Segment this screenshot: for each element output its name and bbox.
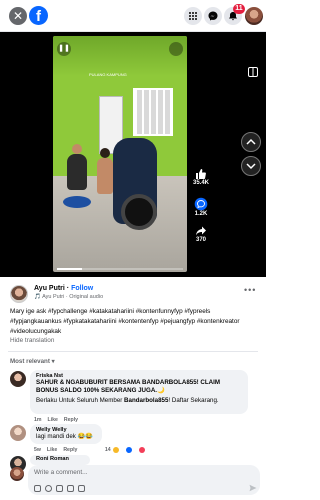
comment-line2-post: ! Daftar Sekarang. <box>168 397 219 404</box>
comment-bubble: Friska Nst SAHUR & NGABUBURIT BERSAMA BA… <box>30 370 248 414</box>
account-avatar[interactable] <box>245 7 263 25</box>
messenger-button[interactable] <box>204 7 222 25</box>
messenger-icon <box>208 11 218 21</box>
like-count: 35.4K <box>192 180 209 186</box>
top-bar: ✕ f 11 <box>0 0 266 32</box>
expand-icon[interactable] <box>248 67 258 77</box>
comment-composer: Write a comment... <box>10 465 260 495</box>
reaction-count[interactable]: 14 <box>105 447 111 453</box>
video-frame-person <box>97 148 113 194</box>
sort-comments-dropdown[interactable]: Most relevant ▾ <box>10 358 55 365</box>
comment-bubble: Roni Roman <box>30 455 90 465</box>
video-overlay-text: PULANG KAMPUNG <box>89 72 127 77</box>
author-sub: 🎵 Ayu Putri · Original audio <box>34 294 103 300</box>
chevron-down-icon: ▾ <box>51 358 55 365</box>
video-frame-motorcycle <box>113 138 157 230</box>
hide-translation-link[interactable]: Hide translation <box>10 337 54 344</box>
previous-video-button[interactable] <box>241 132 261 152</box>
author-line: Ayu Putri · Follow <box>34 285 93 292</box>
share-count: 370 <box>195 237 206 243</box>
gif-icon[interactable] <box>67 485 74 492</box>
facebook-logo[interactable]: f <box>29 6 48 25</box>
love-reaction-icon <box>138 447 145 453</box>
notification-badge: 11 <box>233 4 245 14</box>
grid-icon <box>189 12 197 20</box>
post-caption: Mary ige ask #fypchallenge #katakatahari… <box>10 308 240 335</box>
comment-input[interactable]: Write a comment... <box>28 465 260 495</box>
video-area: PULANG KAMPUNG ❚❚ 35.4K 1.2K 370 <box>0 32 266 277</box>
post-panel: Ayu Putri · Follow 🎵 Ayu Putri · Origina… <box>0 277 266 500</box>
emoji-icon[interactable] <box>45 485 52 492</box>
comment-time: 5w <box>34 447 41 454</box>
globe-icon: 🎵 <box>34 294 41 300</box>
commenter-name[interactable]: Roni Roman <box>36 456 84 462</box>
like-button[interactable]: 35.4K <box>192 168 210 186</box>
comment-bubble: Welly Welly lagi mandi dek 😂😂 <box>30 424 102 444</box>
pause-button[interactable]: ❚❚ <box>57 42 71 56</box>
more-options-icon[interactable]: ••• <box>244 285 256 295</box>
video-frame-roof <box>53 36 187 76</box>
sticker-icon[interactable] <box>34 485 41 492</box>
comment-like-link[interactable]: Like <box>47 447 57 453</box>
author-name[interactable]: Ayu Putri <box>34 285 65 292</box>
video-player[interactable]: PULANG KAMPUNG ❚❚ <box>53 36 187 272</box>
sub-author[interactable]: Ayu Putri <box>42 294 64 300</box>
sticker-face-icon[interactable] <box>78 485 85 492</box>
share-icon <box>196 226 206 236</box>
video-progress-bar[interactable] <box>57 268 183 270</box>
next-video-button[interactable] <box>241 156 261 176</box>
thumbs-up-icon <box>196 169 206 179</box>
video-frame-window <box>133 88 173 136</box>
comment-line2-bold: Bandarbola855 <box>124 397 169 404</box>
commenter-avatar[interactable] <box>10 371 26 387</box>
send-icon[interactable] <box>249 484 257 492</box>
close-icon[interactable]: ✕ <box>9 7 27 25</box>
comment-text-secondary: Berlaku Untuk Seluruh Member Bandarbola8… <box>36 397 242 405</box>
video-progress-fill <box>57 268 83 270</box>
comment-text: lagi mandi dek 😂😂 <box>36 433 94 440</box>
comment-text: SAHUR & NGABUBURIT BERSAMA BANDARBOLA855… <box>36 379 242 395</box>
comment-like-link[interactable]: Like <box>48 417 58 423</box>
comment-meta: 1m Like Reply <box>34 417 84 423</box>
comment-line2-pre: Berlaku Untuk Seluruh Member <box>36 397 125 404</box>
author-avatar[interactable] <box>10 285 28 303</box>
follow-button[interactable]: Follow <box>71 285 93 292</box>
comment-icon <box>194 197 208 211</box>
chevron-down-icon <box>246 163 256 170</box>
menu-grid-button[interactable] <box>184 7 202 25</box>
haha-reaction-icon <box>112 447 119 453</box>
comment-time: 1m <box>34 417 42 423</box>
comment-meta: 5w Like Reply 14 <box>34 447 151 453</box>
volume-button[interactable] <box>169 42 183 56</box>
commenter-avatar[interactable] <box>10 425 26 441</box>
video-frame-tub <box>63 196 91 208</box>
comment-input-placeholder: Write a comment... <box>34 469 88 476</box>
original-audio-link[interactable]: Original audio <box>69 294 103 300</box>
chevron-up-icon <box>246 138 256 145</box>
share-button[interactable]: 370 <box>192 225 210 243</box>
camera-icon[interactable] <box>56 485 63 492</box>
like-reaction-icon <box>125 447 132 453</box>
sort-label: Most relevant <box>10 358 50 365</box>
composer-avatar <box>10 467 24 481</box>
divider <box>8 351 258 352</box>
comment-button[interactable]: 1.2K <box>192 197 210 217</box>
video-frame-person <box>67 144 87 190</box>
comment-reply-link[interactable]: Reply <box>64 417 78 423</box>
emoji: 🌙 <box>157 387 165 394</box>
comment-reply-link[interactable]: Reply <box>63 447 77 453</box>
comment-headline: SAHUR & NGABUBURIT BERSAMA BANDARBOLA855… <box>36 379 221 394</box>
comment-count: 1.2K <box>194 211 208 217</box>
